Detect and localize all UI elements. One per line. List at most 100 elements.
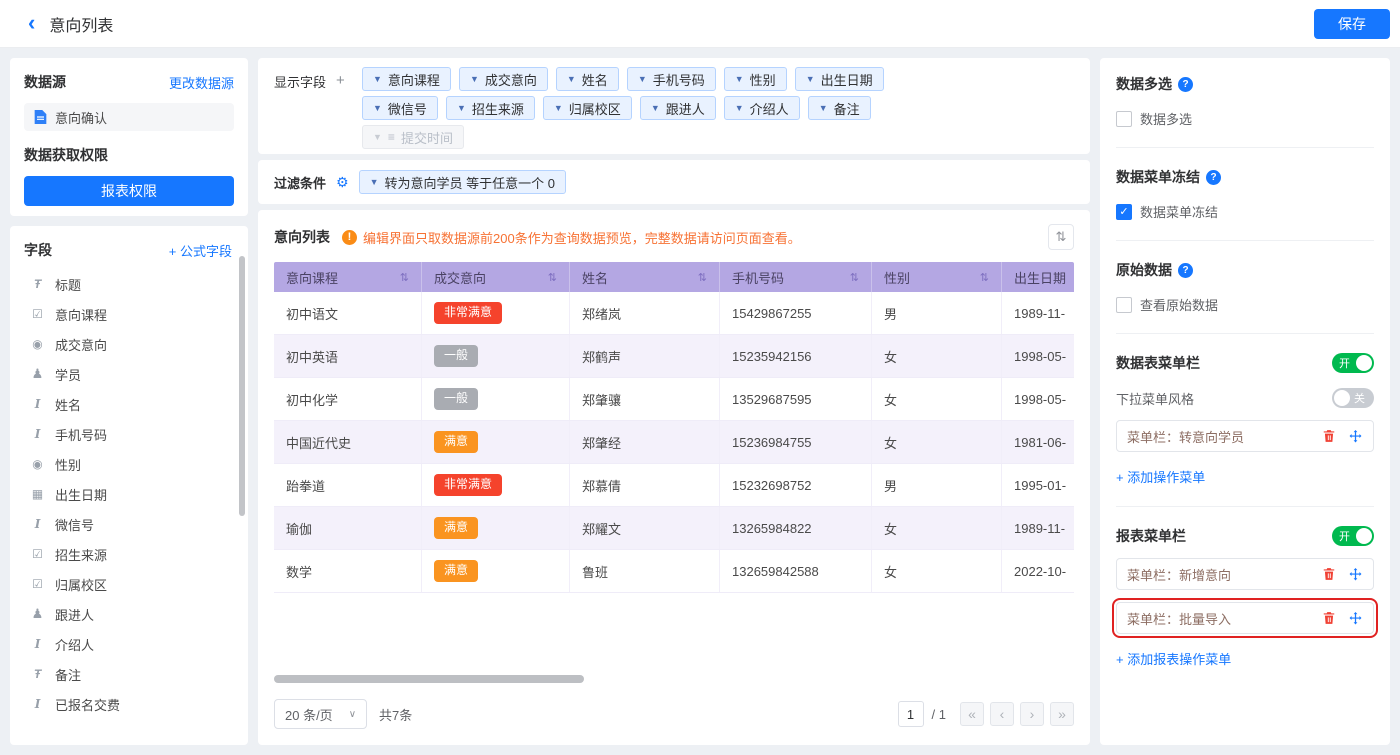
column-header-intent[interactable]: 成交意向 — [422, 262, 570, 292]
chip-wechat[interactable]: ▼微信号 — [362, 96, 438, 120]
field-item-intent[interactable]: 成交意向 — [24, 329, 238, 359]
change-datasource-link[interactable]: 更改数据源 — [169, 73, 234, 92]
move-icon[interactable] — [1348, 567, 1363, 582]
cell-birthday: 2022-10- — [1002, 550, 1074, 592]
column-header-gender[interactable]: 性别 — [872, 262, 1002, 292]
chip-submit-time[interactable]: ▼≡提交时间 — [362, 125, 464, 149]
report-permission-button[interactable]: 报表权限 — [24, 176, 234, 206]
chip-label: 归属校区 — [569, 99, 621, 118]
table-menu-title: 数据表菜单栏 — [1116, 353, 1200, 373]
field-item-remark[interactable]: 备注 — [24, 659, 238, 689]
help-icon[interactable]: ? — [1178, 77, 1193, 92]
chip-name[interactable]: ▼姓名 — [556, 67, 619, 91]
chip-remark[interactable]: ▼备注 — [808, 96, 871, 120]
help-icon[interactable]: ? — [1206, 170, 1221, 185]
field-item-source[interactable]: 招生来源 — [24, 539, 238, 569]
field-item-phone[interactable]: 手机号码 — [24, 419, 238, 449]
chip-phone[interactable]: ▼手机号码 — [627, 67, 716, 91]
table-horizontal-scrollbar[interactable] — [274, 675, 584, 683]
table-menu-item[interactable]: 菜单栏：转意向学员 — [1116, 420, 1374, 452]
back-icon[interactable]: ‹ — [28, 12, 35, 34]
filter-condition-chip[interactable]: ▼转为意向学员 等于任意一个 0 — [359, 170, 566, 194]
cell-birthday: 1995-01- — [1002, 464, 1074, 506]
chip-label: 招生来源 — [472, 99, 524, 118]
datasource-item[interactable]: 意向确认 — [24, 103, 234, 131]
column-header-course[interactable]: 意向课程 — [274, 262, 422, 292]
report-menu-item-batch-import[interactable]: 菜单栏：批量导入 — [1116, 602, 1374, 634]
move-icon[interactable] — [1348, 611, 1363, 626]
chip-campus[interactable]: ▼归属校区 — [543, 96, 632, 120]
multi-select-checkbox-row[interactable]: 数据多选 — [1116, 109, 1374, 128]
chip-birthday[interactable]: ▼出生日期 — [795, 67, 884, 91]
trash-icon[interactable] — [1322, 429, 1336, 443]
cell-name: 郑耀文 — [570, 507, 720, 549]
table-title: 意向列表 — [274, 227, 330, 247]
cell-intent: 满意 — [422, 421, 570, 463]
checkbox-checked[interactable]: ✓ — [1116, 204, 1132, 220]
column-header-phone[interactable]: 手机号码 — [720, 262, 872, 292]
chip-source[interactable]: ▼招生来源 — [446, 96, 535, 120]
field-item-gender[interactable]: 性别 — [24, 449, 238, 479]
table-menu-toggle[interactable]: 开 — [1332, 353, 1374, 373]
formula-field-link[interactable]: + 公式字段 — [169, 241, 232, 260]
move-icon[interactable] — [1348, 429, 1363, 444]
cell-gender: 女 — [872, 421, 1002, 463]
column-header-name[interactable]: 姓名 — [570, 262, 720, 292]
add-table-menu-link[interactable]: + 添加操作菜单 — [1116, 467, 1205, 486]
checkbox-label: 查看原始数据 — [1140, 295, 1218, 314]
column-label: 成交意向 — [434, 268, 486, 287]
last-page-button[interactable]: » — [1050, 702, 1074, 726]
checkbox-unchecked[interactable] — [1116, 111, 1132, 127]
chip-gender[interactable]: ▼性别 — [724, 67, 787, 91]
trash-icon[interactable] — [1322, 567, 1336, 581]
cell-intent: 满意 — [422, 550, 570, 592]
add-report-menu-link[interactable]: + 添加报表操作菜单 — [1116, 649, 1231, 668]
first-page-button[interactable]: « — [960, 702, 984, 726]
column-label: 姓名 — [582, 268, 608, 287]
next-page-button[interactable]: › — [1020, 702, 1044, 726]
chip-referrer[interactable]: ▼介绍人 — [724, 96, 800, 120]
table-row: 数学 满意 鲁班 132659842588 女 2022-10- — [274, 550, 1074, 593]
trash-icon[interactable] — [1322, 611, 1336, 625]
help-icon[interactable]: ? — [1178, 263, 1193, 278]
checkbox-unchecked[interactable] — [1116, 297, 1132, 313]
cell-intent: 非常满意 — [422, 292, 570, 334]
field-item-follower[interactable]: 跟进人 — [24, 599, 238, 629]
current-page-input[interactable]: 1 — [898, 701, 924, 727]
report-menu-item-new-intent[interactable]: 菜单栏：新增意向 — [1116, 558, 1374, 590]
field-item-wechat[interactable]: 微信号 — [24, 509, 238, 539]
field-label: 姓名 — [55, 395, 81, 414]
sort-icon — [850, 271, 859, 284]
report-menu-toggle[interactable]: 开 — [1332, 526, 1374, 546]
chevron-down-icon: ▼ — [373, 74, 382, 84]
datasource-panel: 数据源 更改数据源 意向确认 数据获取权限 报表权限 — [10, 58, 248, 216]
toggle-knob — [1334, 390, 1350, 406]
field-item-course[interactable]: 意向课程 — [24, 299, 238, 329]
fields-scrollbar[interactable] — [239, 256, 245, 516]
gear-icon[interactable]: ⚙ — [336, 174, 349, 191]
add-field-button[interactable]: + — [336, 72, 345, 90]
field-item-title[interactable]: 标题 — [24, 269, 238, 299]
sort-settings-button[interactable]: ⇅ — [1048, 224, 1074, 250]
field-item-referrer[interactable]: 介绍人 — [24, 629, 238, 659]
chip-intent[interactable]: ▼成交意向 — [459, 67, 548, 91]
column-header-birthday[interactable]: 出生日期 — [1002, 262, 1074, 292]
menu-item-label: 菜单栏：批量导入 — [1127, 609, 1231, 628]
topbar: ‹ 意向列表 保存 — [0, 0, 1400, 48]
dropdown-style-toggle[interactable]: 关 — [1332, 388, 1374, 408]
prev-page-button[interactable]: ‹ — [990, 702, 1014, 726]
field-item-paid[interactable]: 已报名交费 — [24, 689, 238, 719]
field-item-name[interactable]: 姓名 — [24, 389, 238, 419]
field-item-student[interactable]: 学员 — [24, 359, 238, 389]
save-button[interactable]: 保存 — [1314, 9, 1390, 39]
menu-freeze-checkbox-row[interactable]: ✓ 数据菜单冻结 — [1116, 202, 1374, 221]
title-icon — [30, 277, 45, 291]
person-icon — [30, 606, 45, 622]
page-size-select[interactable]: 20 条/页 ∨ — [274, 699, 367, 729]
field-item-birthday[interactable]: 出生日期 — [24, 479, 238, 509]
chip-course[interactable]: ▼意向课程 — [362, 67, 451, 91]
raw-data-checkbox-row[interactable]: 查看原始数据 — [1116, 295, 1374, 314]
field-item-campus[interactable]: 归属校区 — [24, 569, 238, 599]
chip-follower[interactable]: ▼跟进人 — [640, 96, 716, 120]
status-badge: 满意 — [434, 560, 478, 582]
